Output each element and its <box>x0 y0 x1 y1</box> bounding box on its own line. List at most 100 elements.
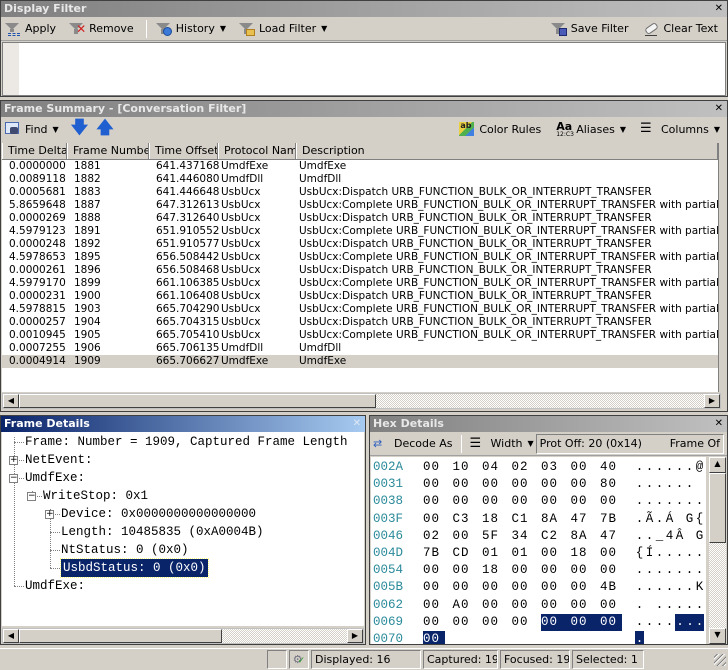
find-next-button[interactable]: 🡇 <box>71 118 88 139</box>
find-dropdown-icon[interactable]: ▼ <box>53 125 59 134</box>
hex-byte[interactable]: 00 <box>453 562 475 579</box>
ascii-char[interactable]: . <box>665 614 674 631</box>
width-dropdown-icon[interactable]: ▼ <box>528 439 534 448</box>
frame-summary-vscroll[interactable] <box>719 143 727 392</box>
hex-byte[interactable]: 04 <box>482 459 504 476</box>
ascii-char[interactable]: . <box>655 476 664 493</box>
hex-byte[interactable]: 00 <box>482 614 504 631</box>
clear-text-button[interactable]: Clear Text <box>642 19 718 39</box>
hex-byte[interactable]: 18 <box>482 511 504 528</box>
frame-summary-close-button[interactable]: ✕ <box>715 101 723 117</box>
hex-byte[interactable]: 00 <box>423 631 445 644</box>
hex-byte[interactable]: 00 <box>423 597 445 614</box>
hex-byte[interactable]: 8A <box>541 511 563 528</box>
hex-view[interactable]: 002A 00 10 04 02 03 00 40...... @0031 00 00 00 00 00 0… <box>371 457 706 644</box>
history-dropdown-icon[interactable]: ▼ <box>220 24 226 33</box>
hex-byte[interactable]: 00 <box>482 476 504 493</box>
frame-details-hscroll[interactable]: ◀ ▶ <box>2 628 364 644</box>
ascii-char[interactable] <box>695 476 704 493</box>
ascii-char[interactable]: . <box>645 528 654 545</box>
frame-row[interactable]: 4.5979170 1899 661.1063855UsbUcx UsbUcx:Com… <box>2 277 718 290</box>
width-button[interactable]: ☰ Width ▼ <box>470 434 534 454</box>
ascii-char[interactable]: 4 <box>665 528 674 545</box>
history-button[interactable]: History ▼ <box>155 19 226 39</box>
hex-byte[interactable]: 00 <box>541 579 563 596</box>
columns-dropdown-icon[interactable]: ▼ <box>714 125 720 134</box>
ascii-char[interactable]: . <box>695 562 704 579</box>
hex-byte[interactable]: 00 <box>512 562 534 579</box>
hex-byte[interactable]: 00 <box>571 562 593 579</box>
ascii-char[interactable]: . <box>665 459 674 476</box>
tree-node[interactable]: UmdfExe: <box>25 577 85 595</box>
ascii-char[interactable]: Â <box>675 528 684 545</box>
ascii-char[interactable]: . <box>635 597 644 614</box>
ascii-char[interactable]: G <box>685 511 694 528</box>
column-header-description[interactable]: Description <box>296 143 718 159</box>
ascii-char[interactable]: . <box>675 579 684 596</box>
hex-byte[interactable]: 7B <box>423 545 445 562</box>
ascii-char[interactable]: . <box>655 597 664 614</box>
hex-byte[interactable]: 00 <box>512 614 534 631</box>
hex-byte[interactable]: 00 <box>453 528 475 545</box>
ascii-char[interactable]: . <box>645 562 654 579</box>
color-rules-button[interactable]: ab Color Rules <box>458 119 541 139</box>
ascii-char[interactable]: . <box>685 459 694 476</box>
tree-node[interactable]: NetEvent: <box>25 451 93 469</box>
hex-byte[interactable]: 00 <box>482 579 504 596</box>
hex-byte[interactable]: 00 <box>423 511 445 528</box>
frame-row[interactable]: 0.00891181882641.4460802UmdfDllUmdfDll <box>2 173 718 186</box>
ascii-char[interactable]: . <box>695 597 704 614</box>
hex-byte[interactable]: C2 <box>541 528 563 545</box>
hex-byte[interactable]: 00 <box>541 613 571 631</box>
hex-byte[interactable]: 7B <box>600 511 622 528</box>
ascii-char[interactable]: . <box>665 579 674 596</box>
hex-byte[interactable]: C1 <box>512 511 534 528</box>
scroll-left-button[interactable]: ◀ <box>3 394 19 408</box>
ascii-char[interactable]: . <box>635 528 644 545</box>
ascii-char[interactable]: . <box>665 493 674 510</box>
collapse-icon[interactable]: − <box>27 492 36 501</box>
hex-byte[interactable]: 01 <box>512 545 534 562</box>
collapse-icon[interactable]: − <box>9 474 18 483</box>
tree-node[interactable]: UsbdStatus: 0 (0x0) <box>60 558 209 578</box>
hex-byte[interactable]: 00 <box>423 476 445 493</box>
hex-byte[interactable]: 00 <box>541 476 563 493</box>
ascii-char[interactable]: . <box>645 614 654 631</box>
ascii-char[interactable]: . <box>645 459 654 476</box>
hex-byte[interactable]: 00 <box>571 493 593 510</box>
ascii-char[interactable]: K <box>695 579 704 596</box>
hex-byte[interactable]: 5F <box>482 528 504 545</box>
frame-row[interactable]: 4.5978653 1895 656.5084424UsbUcx UsbUcx:Com… <box>2 251 718 264</box>
display-filter-close-button[interactable]: ✕ <box>715 1 723 17</box>
hex-byte[interactable]: 00 <box>423 614 445 631</box>
hex-byte[interactable]: 00 <box>453 476 475 493</box>
ascii-char[interactable]: . <box>635 476 644 493</box>
ascii-char[interactable]: . <box>675 459 684 476</box>
ascii-char[interactable]: { <box>635 545 644 562</box>
ascii-char[interactable]: . <box>685 476 694 493</box>
hex-byte[interactable]: 01 <box>482 545 504 562</box>
ascii-char[interactable]: . <box>635 614 644 631</box>
ascii-char[interactable]: Í <box>645 545 654 562</box>
filter-text-input[interactable] <box>2 42 726 96</box>
frame-row[interactable]: 4.5979123 1891 651.9105523UsbUcx UsbUcx:Com… <box>2 225 718 238</box>
hex-byte[interactable]: 80 <box>600 476 622 493</box>
column-header-time-delta[interactable]: Time Delta <box>2 143 67 159</box>
scroll-up-button[interactable]: ▲ <box>709 457 726 473</box>
hex-byte[interactable]: 8A <box>571 528 593 545</box>
hex-byte[interactable]: 00 <box>571 579 593 596</box>
hscroll-thumb[interactable] <box>19 394 376 408</box>
hex-byte[interactable]: 00 <box>423 459 445 476</box>
hex-byte[interactable]: 00 <box>541 562 563 579</box>
hex-byte[interactable]: 00 <box>482 493 504 510</box>
frame-row[interactable]: 0.0000231 1900 661.1064086UsbUcx UsbUcx:Dis… <box>2 290 718 303</box>
ascii-char[interactable]: . <box>645 493 654 510</box>
hex-byte[interactable]: 00 <box>453 614 475 631</box>
hex-byte[interactable]: 34 <box>512 528 534 545</box>
hex-byte[interactable]: 00 <box>600 597 622 614</box>
hex-byte[interactable]: 10 <box>453 459 475 476</box>
tree-node[interactable]: NtStatus: 0 (0x0) <box>61 541 189 559</box>
hex-byte[interactable]: 00 <box>512 597 534 614</box>
hex-byte[interactable]: 18 <box>482 562 504 579</box>
vscroll-thumb[interactable] <box>709 473 726 543</box>
